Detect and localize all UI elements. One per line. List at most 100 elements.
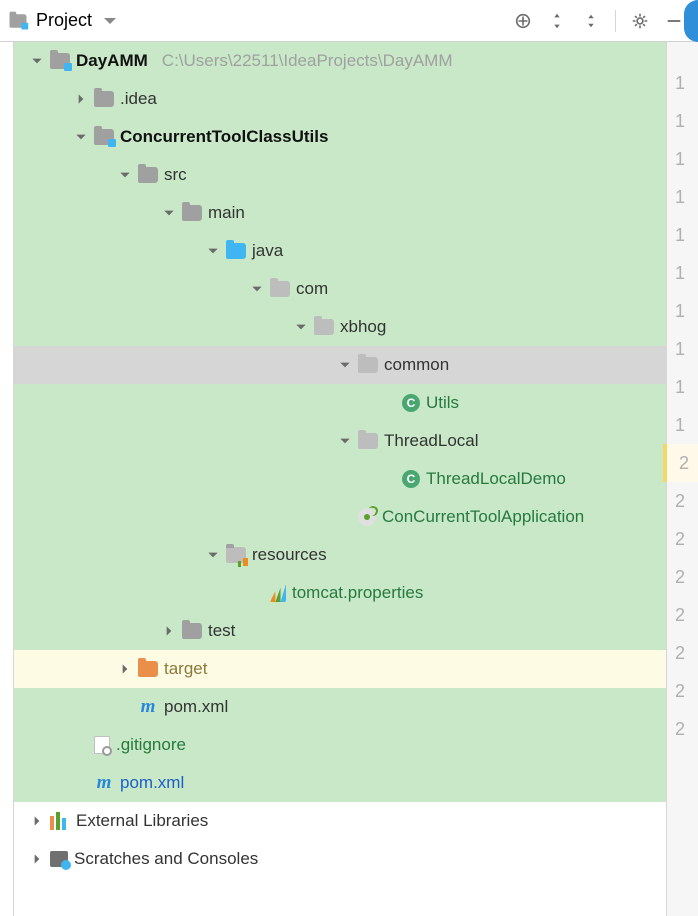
properties-file-icon bbox=[270, 584, 286, 602]
chevron-right-icon[interactable] bbox=[74, 92, 88, 106]
tree-item-utils[interactable]: C Utils bbox=[14, 384, 666, 422]
module-folder-icon bbox=[94, 129, 114, 145]
dropdown-chevron-icon[interactable] bbox=[100, 11, 120, 31]
select-opened-file-icon[interactable] bbox=[513, 11, 533, 31]
minimize-icon[interactable] bbox=[664, 11, 684, 31]
chevron-down-icon[interactable] bbox=[294, 320, 308, 334]
project-toolbar: Project bbox=[0, 0, 698, 42]
tree-item-application[interactable]: ConCurrentToolApplication bbox=[14, 498, 666, 536]
package-icon bbox=[270, 281, 290, 297]
tree-item-label: ConCurrentToolApplication bbox=[382, 507, 584, 527]
tree-item-threadlocaldemo[interactable]: C ThreadLocalDemo bbox=[14, 460, 666, 498]
chevron-down-icon[interactable] bbox=[338, 358, 352, 372]
chevron-down-icon[interactable] bbox=[206, 548, 220, 562]
gutter-line-number: 1 bbox=[667, 64, 698, 102]
chevron-down-icon[interactable] bbox=[118, 168, 132, 182]
gutter-line-number: 1 bbox=[667, 406, 698, 444]
tree-item-label: pom.xml bbox=[164, 697, 228, 717]
tree-item-xbhog[interactable]: xbhog bbox=[14, 308, 666, 346]
tree-item-label: ConcurrentToolClassUtils bbox=[120, 127, 328, 147]
gutter-line-number: 1 bbox=[667, 368, 698, 406]
tree-item-main[interactable]: main bbox=[14, 194, 666, 232]
tree-item-gitignore[interactable]: .gitignore bbox=[14, 726, 666, 764]
excluded-folder-icon bbox=[138, 661, 158, 677]
gutter-line-number: 1 bbox=[667, 292, 698, 330]
maven-icon: m bbox=[94, 774, 114, 792]
tree-item-test[interactable]: test bbox=[14, 612, 666, 650]
gutter-line-number: 1 bbox=[667, 330, 698, 368]
chevron-down-icon[interactable] bbox=[74, 130, 88, 144]
collapse-all-icon[interactable] bbox=[581, 11, 601, 31]
package-icon bbox=[358, 357, 378, 373]
package-icon bbox=[314, 319, 334, 335]
tree-item-label: pom.xml bbox=[120, 773, 184, 793]
java-class-icon: C bbox=[402, 394, 420, 412]
tree-item-external-libraries[interactable]: External Libraries bbox=[14, 802, 666, 840]
spring-boot-icon bbox=[358, 508, 376, 526]
gutter-line-number: 1 bbox=[667, 254, 698, 292]
tree-item-idea[interactable]: .idea bbox=[14, 80, 666, 118]
tree-item-threadlocal[interactable]: ThreadLocal bbox=[14, 422, 666, 460]
project-title[interactable]: Project bbox=[36, 10, 92, 31]
chevron-right-icon[interactable] bbox=[30, 852, 44, 866]
right-edge-handle[interactable] bbox=[684, 0, 698, 42]
settings-gear-icon[interactable] bbox=[630, 11, 650, 31]
folder-icon bbox=[138, 167, 158, 183]
chevron-down-icon[interactable] bbox=[338, 434, 352, 448]
gutter-line-number: 2 bbox=[667, 672, 698, 710]
folder-icon bbox=[182, 205, 202, 221]
java-class-icon: C bbox=[402, 470, 420, 488]
tree-item-label: .idea bbox=[120, 89, 157, 109]
tree-item-label: resources bbox=[252, 545, 327, 565]
package-icon bbox=[358, 433, 378, 449]
tree-item-target[interactable]: target bbox=[14, 650, 666, 688]
tree-item-label: Scratches and Consoles bbox=[74, 849, 258, 869]
chevron-right-icon[interactable] bbox=[162, 624, 176, 638]
tree-item-label: src bbox=[164, 165, 187, 185]
gutter-line-number: 2 bbox=[667, 558, 698, 596]
tree-item-src[interactable]: src bbox=[14, 156, 666, 194]
tree-root-path: C:\Users\22511\IdeaProjects\DayAMM bbox=[162, 51, 453, 71]
tree-item-pom-outer[interactable]: m pom.xml bbox=[14, 764, 666, 802]
chevron-right-icon[interactable] bbox=[30, 814, 44, 828]
gutter-line-number: 1 bbox=[667, 102, 698, 140]
folder-icon bbox=[182, 623, 202, 639]
chevron-down-icon[interactable] bbox=[162, 206, 176, 220]
chevron-right-icon[interactable] bbox=[118, 662, 132, 676]
gutter-line-number: 2 bbox=[667, 520, 698, 558]
editor-gutter: 111111111122222222 bbox=[666, 42, 698, 916]
chevron-down-icon[interactable] bbox=[250, 282, 264, 296]
tree-item-label: .gitignore bbox=[116, 735, 186, 755]
project-view-icon[interactable] bbox=[8, 11, 28, 31]
gutter-line-number: 2 bbox=[667, 710, 698, 748]
project-tree: DayAMM C:\Users\22511\IdeaProjects\DayAM… bbox=[14, 42, 666, 916]
tree-item-label: xbhog bbox=[340, 317, 386, 337]
tree-item-com[interactable]: com bbox=[14, 270, 666, 308]
gutter-line-number: 2 bbox=[667, 634, 698, 672]
tree-item-scratches[interactable]: Scratches and Consoles bbox=[14, 840, 666, 878]
expand-all-icon[interactable] bbox=[547, 11, 567, 31]
left-gutter bbox=[0, 42, 14, 916]
tree-item-module[interactable]: ConcurrentToolClassUtils bbox=[14, 118, 666, 156]
chevron-down-icon[interactable] bbox=[206, 244, 220, 258]
tree-item-tomcat-properties[interactable]: tomcat.properties bbox=[14, 574, 666, 612]
tree-item-common[interactable]: common bbox=[14, 346, 666, 384]
tree-item-label: External Libraries bbox=[76, 811, 208, 831]
chevron-down-icon[interactable] bbox=[30, 54, 44, 68]
libraries-icon bbox=[50, 812, 70, 830]
tree-root-dayamm[interactable]: DayAMM C:\Users\22511\IdeaProjects\DayAM… bbox=[14, 42, 666, 80]
tree-item-java[interactable]: java bbox=[14, 232, 666, 270]
source-folder-icon bbox=[226, 243, 246, 259]
resources-folder-icon bbox=[226, 547, 246, 563]
gutter-line-number: 2 bbox=[667, 596, 698, 634]
tree-item-label: com bbox=[296, 279, 328, 299]
toolbar-divider bbox=[615, 10, 616, 32]
gutter-line-number: 1 bbox=[667, 216, 698, 254]
gutter-line-number: 1 bbox=[667, 140, 698, 178]
tree-item-resources[interactable]: resources bbox=[14, 536, 666, 574]
maven-icon: m bbox=[138, 698, 158, 716]
tree-item-label: test bbox=[208, 621, 235, 641]
tree-item-label: ThreadLocalDemo bbox=[426, 469, 566, 489]
tree-item-pom-inner[interactable]: m pom.xml bbox=[14, 688, 666, 726]
gitignore-file-icon bbox=[94, 736, 110, 754]
